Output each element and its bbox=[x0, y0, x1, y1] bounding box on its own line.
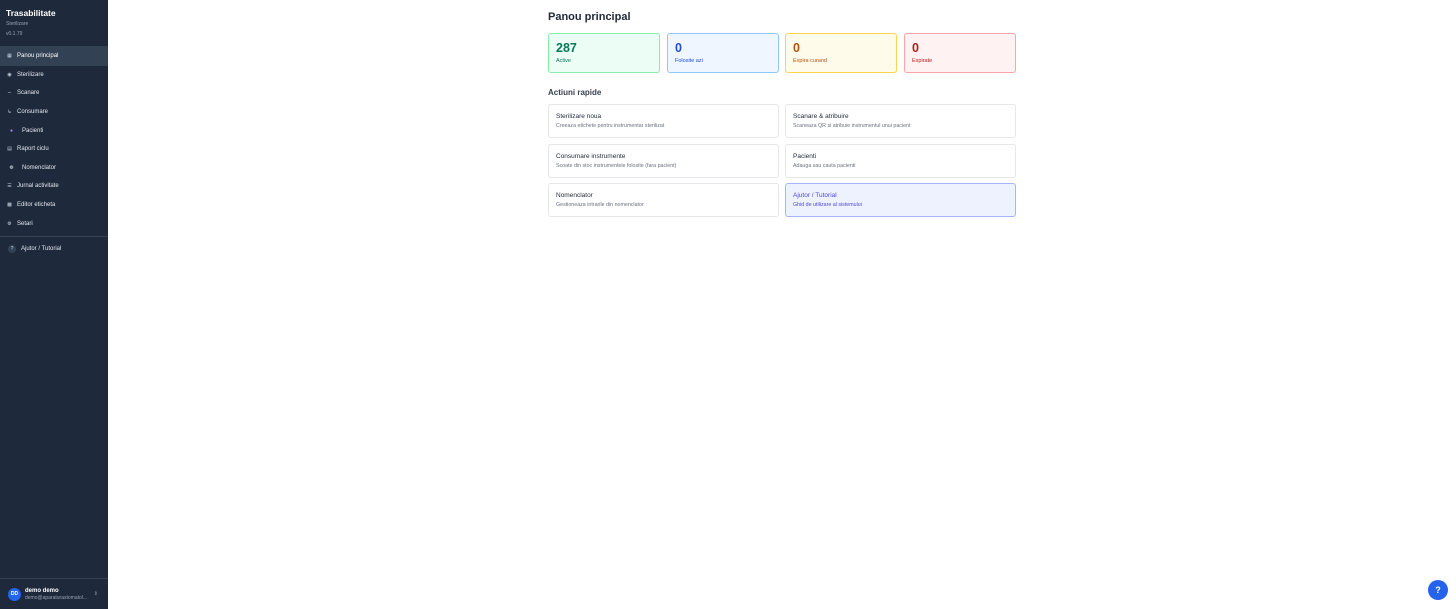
action-ajutor-tutorial[interactable]: Ajutor / Tutorial Ghid de utilizare al s… bbox=[785, 183, 1016, 217]
stat-label: Expirate bbox=[912, 58, 933, 64]
app-subtitle: Sterilizare bbox=[6, 21, 29, 27]
stat-expired: 0 Expirate bbox=[904, 33, 1016, 73]
sidebar-item-label: Scanare bbox=[17, 90, 40, 97]
nav-divider bbox=[0, 235, 108, 237]
action-desc: Ghid de utilizare al sistemului bbox=[793, 202, 862, 208]
action-desc: Scaneaza QR si atribuie instrumentul unu… bbox=[793, 123, 911, 129]
action-desc: Adauga sau cauta pacienti bbox=[793, 163, 856, 169]
sidebar-item-consumare[interactable]: ↳ Consumare bbox=[0, 103, 108, 122]
sidebar-item-ajutor[interactable]: ? Ajutor / Tutorial bbox=[0, 240, 108, 259]
sidebar-item-pacienti[interactable]: ● Pacienti bbox=[0, 121, 108, 140]
user-email: demo@aparaturastomatol... bbox=[25, 594, 88, 601]
label-icon: ▩ bbox=[7, 202, 12, 209]
sidebar-item-label: Pacienti bbox=[22, 127, 44, 134]
stat-value: 0 bbox=[793, 41, 800, 55]
sidebar-item-label: Jurnal activitate bbox=[17, 183, 59, 190]
stat-value: 287 bbox=[556, 41, 577, 55]
user-name: demo demo bbox=[25, 587, 59, 594]
sidebar-item-sterilizare[interactable]: ◉ Sterilizare bbox=[0, 66, 108, 85]
stat-label: Folosite azi bbox=[675, 58, 703, 64]
sidebar-nav: ▦ Panou principal ◉ Sterilizare ∼ Scanar… bbox=[0, 46, 108, 259]
chevron-updown-icon: ⇕ bbox=[93, 591, 98, 597]
stat-value: 0 bbox=[675, 41, 682, 55]
quick-actions-title: Actiuni rapide bbox=[548, 88, 602, 97]
stat-label: Active bbox=[556, 58, 571, 64]
sidebar-item-label: Consumare bbox=[17, 109, 49, 116]
action-consumare-instrumente[interactable]: Consumare instrumente Scoate din stoc in… bbox=[548, 144, 779, 178]
action-title: Sterilizare noua bbox=[556, 113, 602, 120]
grid-icon: ▦ bbox=[7, 53, 12, 60]
user-info: demo demo demo@aparaturastomatol... bbox=[25, 587, 87, 602]
action-sterilizare-noua[interactable]: Sterilizare noua Creeaza etichete pentru… bbox=[548, 104, 779, 138]
user-menu[interactable]: DD demo demo demo@aparaturastomatol... ⇕ bbox=[0, 578, 108, 609]
radiation-icon: ◉ bbox=[7, 71, 12, 78]
action-title: Pacienti bbox=[793, 153, 817, 160]
sidebar-item-label: Ajutor / Tutorial bbox=[21, 246, 62, 253]
sidebar-item-label: Raport ciclu bbox=[17, 146, 49, 153]
scan-icon: ∼ bbox=[7, 90, 12, 97]
action-desc: Scoate din stoc instrumentele folosite (… bbox=[556, 163, 677, 169]
action-scanare-atribuire[interactable]: Scanare & atribuire Scaneaza QR si atrib… bbox=[785, 104, 1016, 138]
action-title: Scanare & atribuire bbox=[793, 113, 849, 120]
sidebar-item-jurnal-activitate[interactable]: ☰ Jurnal activitate bbox=[0, 177, 108, 196]
app-version: v0.1.79 bbox=[6, 31, 23, 37]
page-title: Panou principal bbox=[548, 11, 631, 23]
settings-icon: ⚙ bbox=[7, 220, 12, 227]
stats-row: 287 Active 0 Folosite azi 0 Expira curan… bbox=[548, 33, 1016, 73]
sidebar-item-nomenclator[interactable]: ❁ Nomenclator bbox=[0, 159, 108, 178]
stat-expiring-soon: 0 Expira curand bbox=[785, 33, 897, 73]
person-icon: ● bbox=[9, 127, 14, 134]
help-fab-button[interactable]: ? bbox=[1428, 580, 1448, 600]
sidebar-item-scanare[interactable]: ∼ Scanare bbox=[0, 84, 108, 103]
sidebar-item-label: Sterilizare bbox=[17, 71, 44, 78]
app-title: Trasabilitate bbox=[6, 8, 56, 18]
stat-used-today: 0 Folosite azi bbox=[667, 33, 779, 73]
report-icon: ▤ bbox=[7, 146, 12, 153]
sidebar-item-label: Panou principal bbox=[17, 53, 59, 60]
gear-icon: ❁ bbox=[9, 164, 14, 171]
brand: Trasabilitate Sterilizare v0.1.79 bbox=[0, 0, 108, 43]
stat-active: 287 Active bbox=[548, 33, 660, 73]
sidebar-item-panou-principal[interactable]: ▦ Panou principal bbox=[0, 47, 108, 66]
action-title: Nomenclator bbox=[556, 192, 593, 199]
sidebar-item-raport-ciclu[interactable]: ▤ Raport ciclu bbox=[0, 140, 108, 159]
stat-value: 0 bbox=[912, 41, 919, 55]
sidebar-item-label: Setari bbox=[17, 220, 33, 227]
action-title: Ajutor / Tutorial bbox=[793, 192, 837, 199]
help-icon: ? bbox=[8, 245, 16, 254]
consume-icon: ↳ bbox=[7, 109, 12, 116]
action-desc: Creeaza etichete pentru instrumentar ste… bbox=[556, 123, 665, 129]
stat-label: Expira curand bbox=[793, 58, 827, 64]
action-desc: Gestioneaza intrarile din nomenclator bbox=[556, 202, 644, 208]
sidebar: Trasabilitate Sterilizare v0.1.79 ▦ Pano… bbox=[0, 0, 108, 609]
action-pacienti[interactable]: Pacienti Adauga sau cauta pacienti bbox=[785, 144, 1016, 178]
sidebar-item-label: Editor eticheta bbox=[17, 202, 56, 209]
avatar: DD bbox=[8, 587, 21, 601]
action-nomenclator[interactable]: Nomenclator Gestioneaza intrarile din no… bbox=[548, 183, 779, 217]
list-icon: ☰ bbox=[7, 183, 12, 190]
action-title: Consumare instrumente bbox=[556, 153, 626, 160]
sidebar-item-label: Nomenclator bbox=[22, 164, 57, 171]
sidebar-item-setari[interactable]: ⚙ Setari bbox=[0, 214, 108, 233]
sidebar-item-editor-eticheta[interactable]: ▩ Editor eticheta bbox=[0, 196, 108, 215]
